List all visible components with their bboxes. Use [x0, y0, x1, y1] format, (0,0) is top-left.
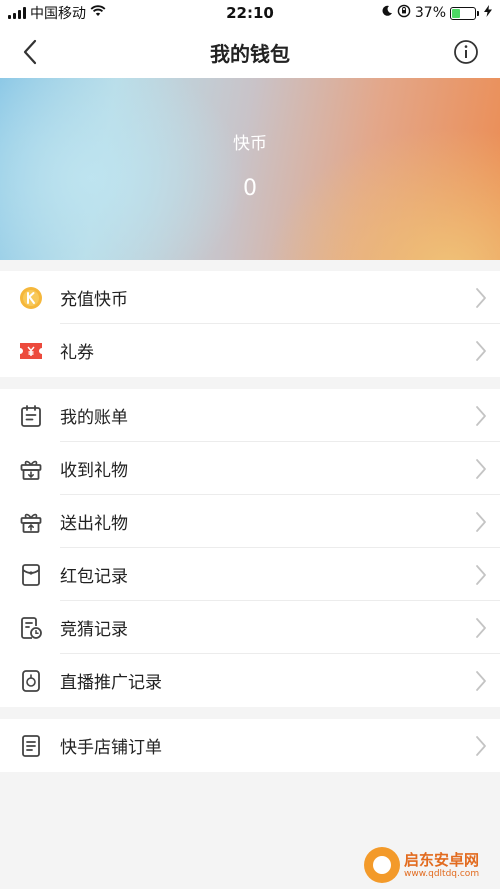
- chevron-right-icon: [476, 288, 486, 308]
- watermark-logo: 启东安卓网 www.qdltdq.com: [364, 845, 494, 885]
- menu-item-live-promotion[interactable]: 直播推广记录: [0, 654, 500, 707]
- red-envelope-icon: [18, 562, 44, 588]
- menu-item-red-envelopes[interactable]: 红包记录: [0, 548, 500, 601]
- page-title: 我的钱包: [210, 41, 290, 66]
- wifi-icon: [90, 5, 106, 21]
- carrier-name: 中国移动: [30, 6, 86, 22]
- menu-item-label: 充值快币: [60, 290, 128, 310]
- coupon-ticket-icon: [18, 338, 44, 364]
- menu-item-quiz-records[interactable]: 竞猜记录: [0, 601, 500, 654]
- chevron-left-icon: [23, 39, 37, 65]
- menu-item-coupon[interactable]: 礼券: [0, 324, 500, 377]
- rotation-lock-icon: [397, 4, 411, 22]
- watermark-text: 启东安卓网 www.qdltdq.com: [404, 851, 479, 880]
- quiz-record-icon: [18, 615, 44, 641]
- signal-icon: [8, 7, 26, 19]
- info-button[interactable]: [452, 38, 480, 66]
- section-records: 我的账单 收到礼物 送出礼物 红包记录 竞猜记录 直播推广记录: [0, 389, 500, 707]
- menu-item-label: 快手店铺订单: [60, 738, 162, 758]
- menu-item-label: 礼券: [60, 343, 94, 363]
- balance-label: 快币: [233, 134, 267, 154]
- chevron-right-icon: [476, 618, 486, 638]
- status-left: 中国移动: [8, 3, 106, 23]
- moon-icon: [381, 5, 393, 21]
- info-icon: [454, 40, 478, 64]
- kuaibi-coin-icon: [18, 285, 44, 311]
- gift-sent-icon: [18, 509, 44, 535]
- live-promo-icon: [18, 668, 44, 694]
- menu-item-label: 竞猜记录: [60, 620, 128, 640]
- menu-item-label: 收到礼物: [60, 461, 128, 481]
- menu-item-recharge[interactable]: 充值快币: [0, 271, 500, 324]
- battery-icon: [450, 6, 479, 20]
- nav-bar: 我的钱包: [0, 26, 500, 78]
- back-button[interactable]: [14, 36, 46, 68]
- chevron-right-icon: [476, 736, 486, 756]
- status-bar: 中国移动 22:10 37%: [0, 0, 500, 26]
- calendar-bill-icon: [18, 403, 44, 429]
- chevron-right-icon: [476, 341, 486, 361]
- balance-banner: 快币 0: [0, 78, 500, 260]
- shop-order-icon: [18, 733, 44, 759]
- chevron-right-icon: [476, 512, 486, 532]
- chevron-right-icon: [476, 671, 486, 691]
- menu-item-label: 红包记录: [60, 567, 128, 587]
- section-recharge: 充值快币 礼券: [0, 271, 500, 377]
- section-shop: 快手店铺订单: [0, 719, 500, 772]
- menu-item-label: 直播推广记录: [60, 673, 162, 693]
- chevron-right-icon: [476, 459, 486, 479]
- menu-item-label: 送出礼物: [60, 514, 128, 534]
- menu-item-gifts-sent[interactable]: 送出礼物: [0, 495, 500, 548]
- watermark-name: 启东安卓网: [404, 850, 480, 869]
- chevron-right-icon: [476, 565, 486, 585]
- menu-item-label: 我的账单: [60, 408, 128, 428]
- menu-item-gifts-received[interactable]: 收到礼物: [0, 442, 500, 495]
- gift-received-icon: [18, 456, 44, 482]
- charging-icon: [484, 5, 492, 21]
- status-right: 37%: [381, 4, 492, 22]
- watermark-icon: [364, 847, 400, 883]
- menu-item-bills[interactable]: 我的账单: [0, 389, 500, 442]
- battery-percent: 37%: [414, 5, 446, 21]
- watermark-url: www.qdltdq.com: [404, 868, 480, 879]
- menu-item-shop-orders[interactable]: 快手店铺订单: [0, 719, 500, 772]
- chevron-right-icon: [476, 406, 486, 426]
- balance-value: 0: [243, 176, 257, 201]
